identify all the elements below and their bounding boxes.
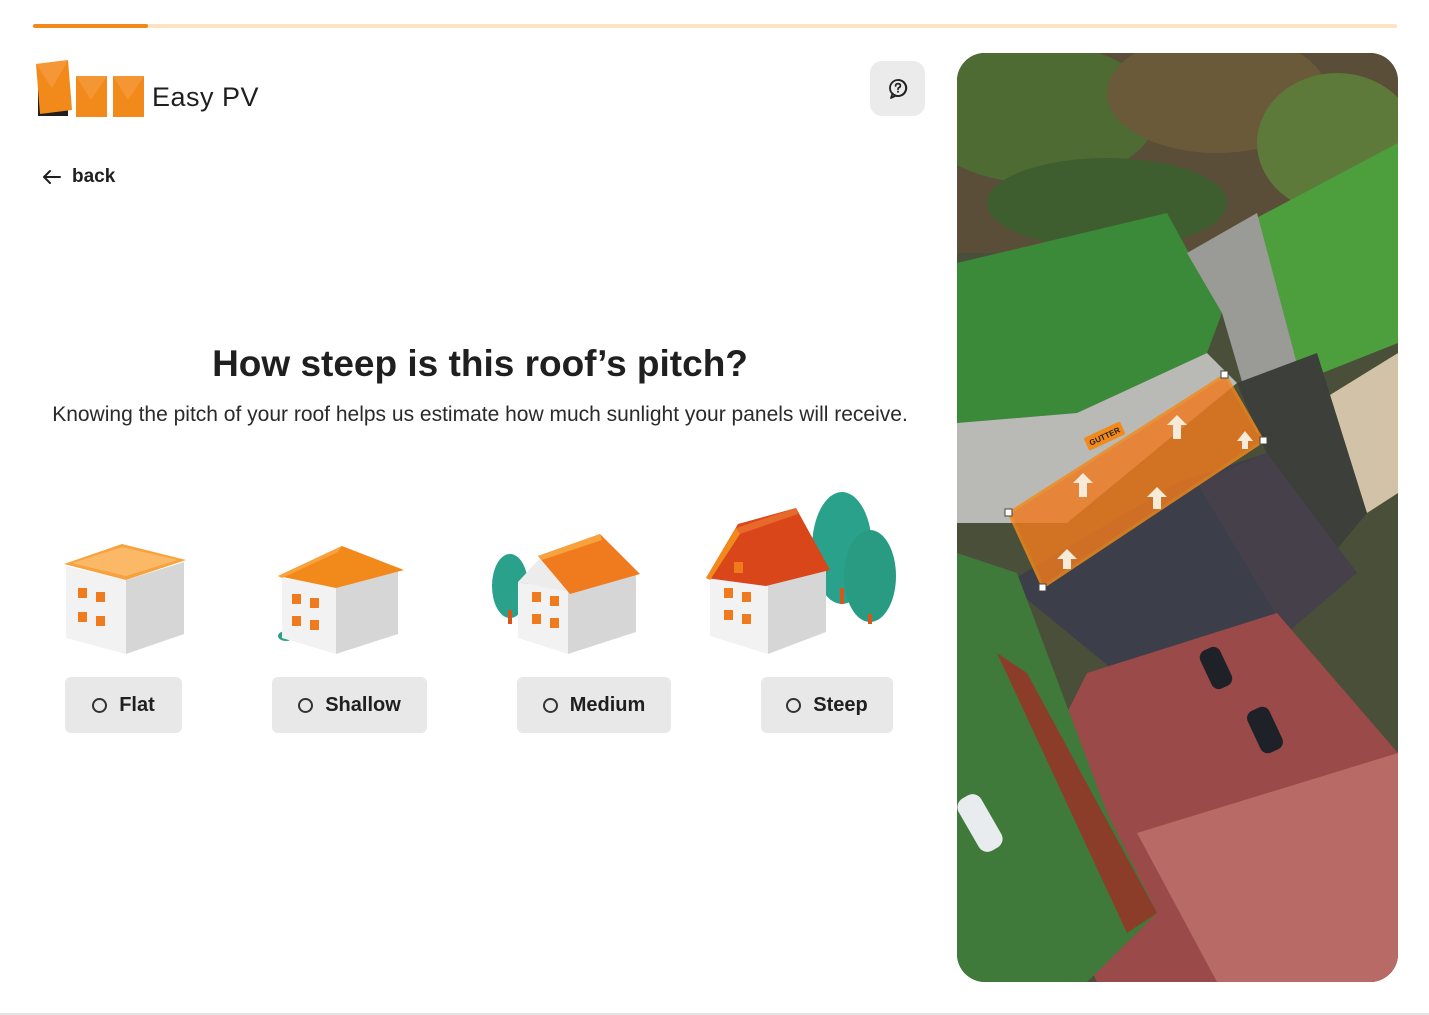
option-shallow-button[interactable]: Shallow	[272, 677, 427, 733]
option-steep-button[interactable]: Steep	[761, 677, 893, 733]
app-name: Easy PV	[152, 81, 260, 112]
option-shallow-label: Shallow	[325, 693, 401, 716]
help-icon	[888, 78, 907, 99]
radio-flat[interactable]	[92, 697, 108, 713]
progress-bar-fill	[33, 24, 148, 28]
arrow-left-icon	[43, 170, 61, 184]
radio-medium[interactable]	[542, 697, 558, 713]
option-medium-button[interactable]: Medium	[517, 677, 671, 733]
radio-steep[interactable]	[786, 697, 802, 713]
steep-roof-house-icon	[706, 492, 896, 654]
shallow-roof-house-icon	[278, 546, 404, 654]
option-flat-label: Flat	[119, 693, 155, 716]
back-link[interactable]: back	[42, 163, 115, 191]
option-medium-label: Medium	[569, 693, 646, 716]
page-description: Knowing the pitch of your roof helps us …	[52, 403, 908, 426]
back-label: back	[72, 166, 116, 187]
medium-roof-house-icon	[492, 534, 640, 654]
logo-mark-icon	[34, 60, 146, 118]
page-title: How steep is this roof’s pitch?	[212, 343, 748, 384]
option-flat-button[interactable]: Flat	[65, 677, 182, 733]
radio-shallow[interactable]	[298, 697, 314, 713]
app-logo: Easy PV	[34, 60, 259, 118]
option-steep-label: Steep	[813, 693, 868, 716]
help-button[interactable]	[870, 61, 925, 116]
flat-roof-house-icon	[64, 544, 186, 654]
aerial-map[interactable]: GUTTER	[957, 53, 1398, 982]
progress-bar	[33, 24, 1397, 28]
